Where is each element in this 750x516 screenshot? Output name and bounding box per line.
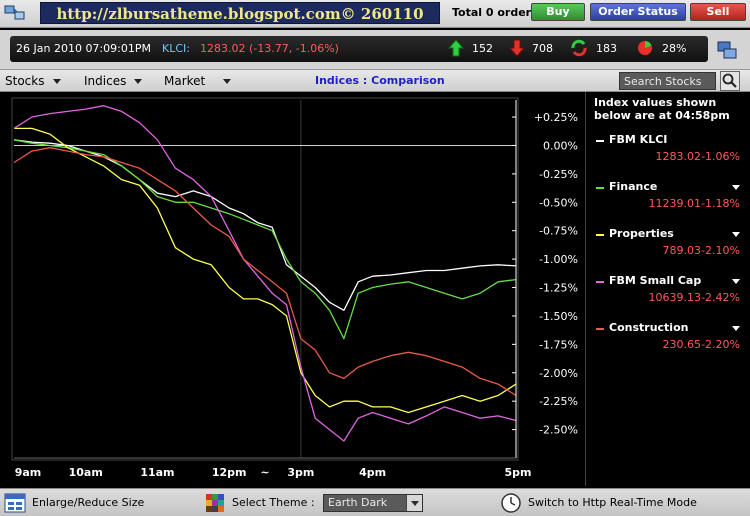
chevron-down-icon[interactable]: [732, 185, 740, 190]
realtime-mode-label[interactable]: Switch to Http Real-Time Mode: [528, 496, 697, 509]
legend-entry-change: -2.42%: [701, 291, 740, 304]
search-input[interactable]: Search Stocks: [619, 72, 716, 90]
percent-value: 28%: [662, 42, 687, 55]
legend-entry-change: -2.20%: [701, 338, 740, 351]
y-tick-label: -1.75%: [539, 338, 578, 351]
menu-bar: Stocks Indices Market Indices : Comparis…: [0, 70, 750, 92]
settings-icon[interactable]: [716, 40, 738, 60]
y-tick-label: -1.50%: [539, 310, 578, 323]
y-tick-label: 0.00%: [543, 139, 578, 152]
x-tick-label: 5pm: [505, 466, 532, 479]
advancers-count: 152: [472, 42, 493, 55]
chart-svg: +0.25% 0.00% -0.25% -0.50% -0.75% -1.00% -1.25…: [0, 92, 588, 486]
sell-button[interactable]: Sell: [690, 3, 746, 21]
up-arrow-icon: [447, 39, 465, 57]
legend-entry-value: 10639.13: [648, 291, 702, 304]
x-tick-label: 12pm: [212, 466, 247, 479]
menu-stocks[interactable]: Stocks: [5, 74, 44, 88]
page-title: Indices : Comparison: [315, 74, 445, 87]
y-tick-label: -2.50%: [539, 424, 578, 437]
unchanged-count: 183: [596, 42, 617, 55]
down-arrow-icon: [508, 39, 526, 57]
enlarge-icon[interactable]: [4, 493, 26, 513]
legend-entry-value: 1283.02: [655, 150, 702, 163]
legend-entry: Finance 11239.01 -1.18%: [586, 179, 750, 225]
market-stats-bar: 26 Jan 2010 07:09:01PM KLCI: 1283.02 (-1…: [0, 30, 750, 70]
chevron-down-icon[interactable]: [732, 279, 740, 284]
x-tick-label: ~: [260, 466, 269, 479]
index-legend-panel: Index values shown below are at 04:58pm …: [585, 92, 750, 486]
legend-line-swatch: [596, 281, 604, 283]
legend-line-swatch: [596, 187, 604, 189]
chevron-down-icon[interactable]: [223, 79, 231, 84]
y-tick-label: -2.25%: [539, 395, 578, 408]
order-status-button[interactable]: Order Status: [590, 3, 686, 21]
y-tick-label: -1.00%: [539, 253, 578, 266]
x-tick-label: 11am: [140, 466, 174, 479]
chevron-down-icon[interactable]: [732, 232, 740, 237]
legend-entry-value: 230.65: [662, 338, 702, 351]
x-tick-label: 3pm: [287, 466, 314, 479]
y-tick-label: -2.00%: [539, 367, 578, 380]
theme-palette-icon: [206, 494, 224, 512]
site-banner: http://zlbursatheme.blogspot.com© 260110: [40, 2, 440, 24]
theme-select[interactable]: Earth Dark: [323, 494, 423, 512]
unchanged-icon: [571, 39, 587, 57]
legend-entry-change: -2.10%: [701, 244, 740, 257]
legend-entry-name: FBM Small Cap: [609, 274, 702, 287]
legend-entry: FBM Small Cap 10639.13 -2.42%: [586, 273, 750, 319]
legend-entry: FBM KLCI 1283.02 -1.06%: [586, 132, 750, 178]
legend-entry-name: Construction: [609, 321, 689, 334]
y-tick-label: +0.25%: [534, 111, 578, 124]
chevron-down-icon[interactable]: [406, 495, 422, 511]
comparison-chart: +0.25% 0.00% -0.25% -0.50% -0.75% -1.00% -1.25…: [0, 92, 588, 486]
y-tick-label: -0.75%: [539, 225, 578, 238]
legend-entry-value: 11239.01: [648, 197, 702, 210]
legend-entry: Properties 789.03 -2.10%: [586, 226, 750, 272]
legend-line-swatch: [596, 328, 604, 330]
legend-entry: Construction 230.65 -2.20%: [586, 320, 750, 366]
y-tick-label: -1.25%: [539, 282, 578, 295]
market-stats-panel: 26 Jan 2010 07:09:01PM KLCI: 1283.02 (-1…: [10, 36, 708, 62]
x-tick-label: 4pm: [359, 466, 386, 479]
legend-entry-name: Finance: [609, 180, 658, 193]
order-total-label: Total 0 order: [452, 6, 532, 19]
app-logo-icon: [4, 5, 25, 20]
legend-entry-change: -1.06%: [701, 150, 740, 163]
legend-line-swatch: [596, 140, 604, 142]
pie-icon: [638, 41, 652, 55]
title-bar: http://zlbursatheme.blogspot.com© 260110…: [0, 0, 750, 28]
legend-entry-name: FBM KLCI: [609, 133, 668, 146]
x-tick-label: 9am: [15, 466, 42, 479]
menu-market[interactable]: Market: [164, 74, 205, 88]
stats-datetime: 26 Jan 2010 07:09:01PM: [16, 42, 151, 55]
legend-header: Index values shown below are at 04:58pm: [594, 96, 730, 122]
chevron-down-icon[interactable]: [732, 326, 740, 331]
klci-label: KLCI:: [162, 42, 190, 55]
bottom-toolbar: Enlarge/Reduce Size Select Theme : Earth…: [0, 488, 750, 516]
enlarge-reduce-label[interactable]: Enlarge/Reduce Size: [32, 496, 144, 509]
x-tick-label: 10am: [69, 466, 103, 479]
menu-indices[interactable]: Indices: [84, 74, 126, 88]
legend-entry-value: 789.03: [662, 244, 702, 257]
y-tick-label: -0.50%: [539, 196, 578, 209]
theme-select-value: Earth Dark: [328, 496, 388, 509]
klci-value: 1283.02 (-13.77, -1.06%): [200, 42, 339, 55]
legend-entry-change: -1.18%: [701, 197, 740, 210]
decliners-count: 708: [532, 42, 553, 55]
chevron-down-icon[interactable]: [134, 79, 142, 84]
legend-line-swatch: [596, 234, 604, 236]
buy-button[interactable]: Buy: [531, 3, 585, 21]
chevron-down-icon[interactable]: [53, 79, 61, 84]
app-window: http://zlbursatheme.blogspot.com© 260110…: [0, 0, 750, 516]
y-tick-label: -0.25%: [539, 168, 578, 181]
realtime-clock-icon[interactable]: [500, 492, 522, 514]
search-icon[interactable]: [720, 71, 740, 91]
select-theme-label: Select Theme :: [232, 496, 315, 509]
legend-entry-name: Properties: [609, 227, 674, 240]
